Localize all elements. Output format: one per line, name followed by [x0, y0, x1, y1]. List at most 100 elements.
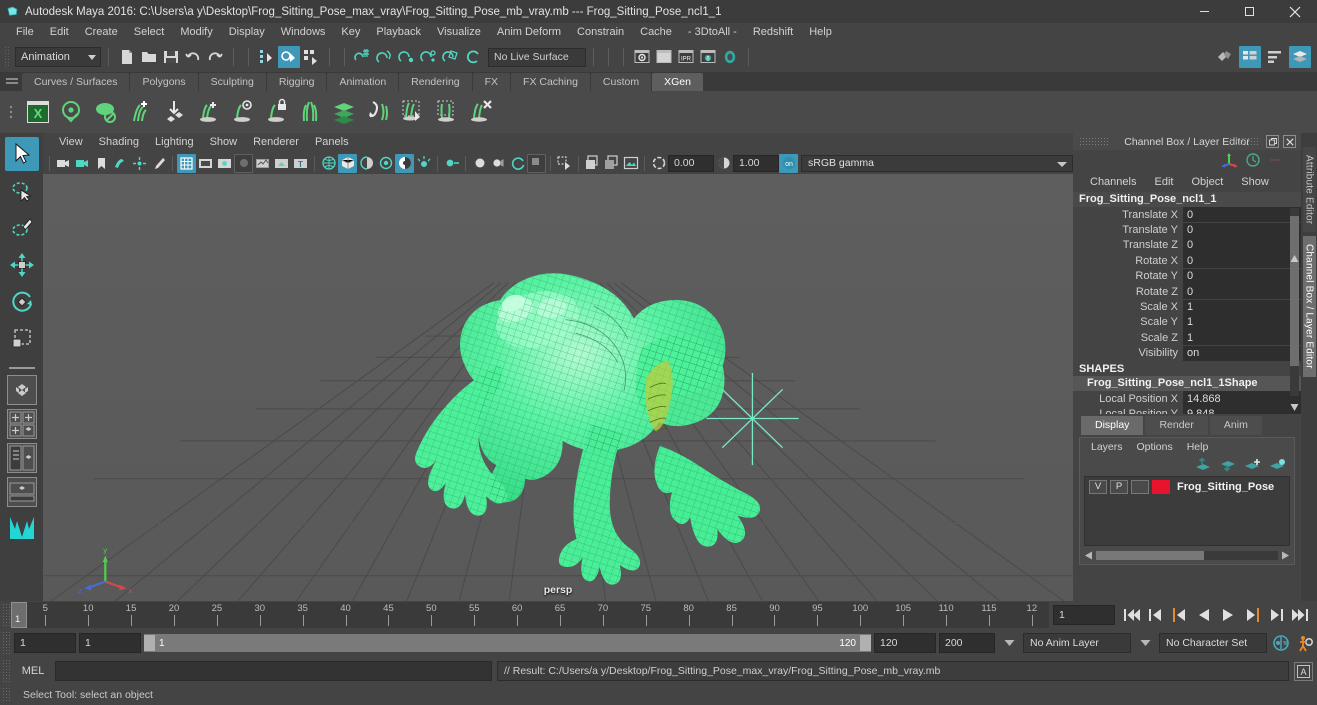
menu-redshift[interactable]: Redshift: [745, 23, 801, 42]
time-slider[interactable]: 1 5 10 15 20 25 30 35 40 45 50 55 60 65 70 75 80 85 90 95 1…: [11, 602, 1049, 628]
wireframe-shading-icon[interactable]: [319, 154, 338, 173]
xgen-mirror-groom-icon[interactable]: [294, 96, 326, 128]
menu-anim-deform[interactable]: Anim Deform: [489, 23, 569, 42]
shelf-tab-rigging[interactable]: Rigging: [266, 73, 327, 91]
channel-row-local-position-y[interactable]: Local Position Y 9.848: [1073, 406, 1301, 414]
menu-constrain[interactable]: Constrain: [569, 23, 632, 42]
shaded-wireframe-icon[interactable]: [357, 154, 376, 173]
range-start-field[interactable]: 1: [14, 633, 76, 653]
channel-row-scale-x[interactable]: Scale X 1: [1073, 299, 1301, 315]
channel-box-list[interactable]: Frog_Sitting_Pose_ncl1_1 Translate X 0 T…: [1073, 192, 1301, 414]
view-image-icon[interactable]: [621, 154, 640, 173]
render-current-frame-button[interactable]: [631, 46, 653, 68]
live-surface-field[interactable]: No Live Surface: [488, 47, 586, 67]
xray-joints-icon[interactable]: [489, 154, 508, 173]
xgen-window-icon[interactable]: X: [22, 96, 54, 128]
shelf-tab-xgen[interactable]: XGen: [652, 73, 703, 91]
move-layer-down-icon[interactable]: [1219, 458, 1236, 475]
vtab-channel-box-layer-editor[interactable]: Channel Box / Layer Editor: [1302, 236, 1316, 378]
two-d-pan-zoom-icon[interactable]: [130, 154, 149, 173]
undo-button[interactable]: [182, 46, 204, 68]
viewport-menu-shading[interactable]: Shading: [91, 133, 147, 152]
toggle-film-gate-icon[interactable]: [196, 154, 215, 173]
layer-row[interactable]: V P Frog_Sitting_Pose: [1085, 477, 1289, 494]
scroll-down-arrow-icon[interactable]: [1290, 403, 1299, 412]
tab-render[interactable]: Render: [1145, 416, 1208, 435]
scale-tool-button[interactable]: [5, 322, 39, 356]
shadows-icon[interactable]: [395, 153, 414, 173]
layer-display-type-toggle[interactable]: [1131, 479, 1149, 494]
select-by-component-type-button[interactable]: [300, 46, 322, 68]
attr-value[interactable]: 1: [1183, 330, 1301, 346]
new-scene-button[interactable]: [116, 46, 138, 68]
ipr-render-button[interactable]: IPR: [675, 46, 697, 68]
playback-range-bar[interactable]: 1 120: [144, 634, 871, 652]
close-button[interactable]: [1272, 0, 1317, 23]
attr-value[interactable]: 9.848: [1183, 406, 1301, 414]
exposure-icon[interactable]: [649, 154, 668, 173]
xgen-add-groom-icon[interactable]: [192, 96, 224, 128]
shelf-tab-polygons[interactable]: Polygons: [130, 73, 198, 91]
channel-row-translate-z[interactable]: Translate Z 0: [1073, 237, 1301, 253]
shelf-tab-custom[interactable]: Custom: [590, 73, 652, 91]
attr-value[interactable]: 0: [1183, 207, 1301, 223]
layout-four-view-button[interactable]: [6, 409, 37, 439]
anim-layer-selector[interactable]: No Anim Layer: [1023, 633, 1131, 653]
use-default-lighting-icon[interactable]: [376, 154, 395, 173]
menu-file[interactable]: File: [8, 23, 42, 42]
hypershade-render-button[interactable]: [719, 46, 741, 68]
menu-visualize[interactable]: Visualize: [429, 23, 489, 42]
xgen-preview-groom-icon[interactable]: [226, 96, 258, 128]
step-back-frame-button[interactable]: [1145, 605, 1167, 625]
channel-box-menu-channels[interactable]: Channels: [1081, 173, 1145, 192]
range-left-handle[interactable]: [144, 635, 155, 651]
menu-create[interactable]: Create: [77, 23, 126, 42]
attr-value[interactable]: 0: [1183, 253, 1301, 269]
viewport-menu-panels[interactable]: Panels: [307, 133, 357, 152]
toggle-resolution-gate-icon[interactable]: [215, 154, 234, 173]
bookmark-icon[interactable]: [92, 154, 111, 173]
channel-box-scrollbar[interactable]: [1290, 208, 1299, 396]
attr-value[interactable]: 0: [1183, 284, 1301, 300]
anim-layer-dropdown-arrow-icon[interactable]: [1134, 632, 1156, 654]
go-to-start-button[interactable]: [1121, 605, 1143, 625]
menu-3dtoall[interactable]: - 3DtoAll -: [680, 23, 745, 42]
auto-key-button[interactable]: [1270, 632, 1292, 654]
xgen-select-guides-icon[interactable]: [396, 96, 428, 128]
redo-button[interactable]: [204, 46, 226, 68]
redo-previous-render-button[interactable]: [653, 46, 675, 68]
layer-name[interactable]: Frog_Sitting_Pose: [1177, 481, 1274, 493]
toggle-text-display-icon[interactable]: T: [291, 154, 310, 173]
screen-space-ao-icon[interactable]: [414, 154, 433, 173]
range-slider-grip[interactable]: [2, 631, 11, 655]
attr-value[interactable]: 14.868: [1183, 391, 1301, 407]
layer-visibility-toggle[interactable]: V: [1089, 479, 1107, 494]
viewport-menu-show[interactable]: Show: [202, 133, 246, 152]
scroll-thumb[interactable]: [1096, 550, 1204, 560]
shelf-tab-animation[interactable]: Animation: [327, 73, 399, 91]
paint-select-tool-button[interactable]: [5, 211, 39, 245]
color-space-selector[interactable]: sRGB gamma: [801, 154, 1073, 172]
panel-close-button[interactable]: [1283, 135, 1296, 148]
xgen-import-preset-icon[interactable]: [158, 96, 190, 128]
attr-value[interactable]: 0: [1183, 237, 1301, 253]
channel-row-scale-z[interactable]: Scale Z 1: [1073, 330, 1301, 346]
step-back-key-button[interactable]: [1169, 605, 1191, 625]
viewport-refresh-icon[interactable]: [508, 154, 527, 173]
toggle-channel-box-button[interactable]: [1289, 46, 1311, 68]
menu-select[interactable]: Select: [126, 23, 173, 42]
menu-display[interactable]: Display: [221, 23, 273, 42]
xgen-add-description-icon[interactable]: [124, 96, 156, 128]
menu-playback[interactable]: Playback: [368, 23, 429, 42]
shelf-tab-curves-surfaces[interactable]: Curves / Surfaces: [22, 73, 130, 91]
shelf-tab-fx-caching[interactable]: FX Caching: [511, 73, 590, 91]
shelf-menu-handle-icon[interactable]: [6, 78, 18, 85]
time-slider-grip[interactable]: [2, 603, 11, 627]
go-to-end-button[interactable]: [1289, 605, 1311, 625]
step-forward-key-button[interactable]: [1241, 605, 1263, 625]
layout-single-perspective-button[interactable]: [6, 375, 37, 405]
character-set-selector[interactable]: No Character Set: [1159, 633, 1267, 653]
xgen-convert-to-interactive-icon[interactable]: [362, 96, 394, 128]
smooth-shading-icon[interactable]: [338, 153, 357, 173]
select-by-hierarchy-button[interactable]: [256, 46, 278, 68]
